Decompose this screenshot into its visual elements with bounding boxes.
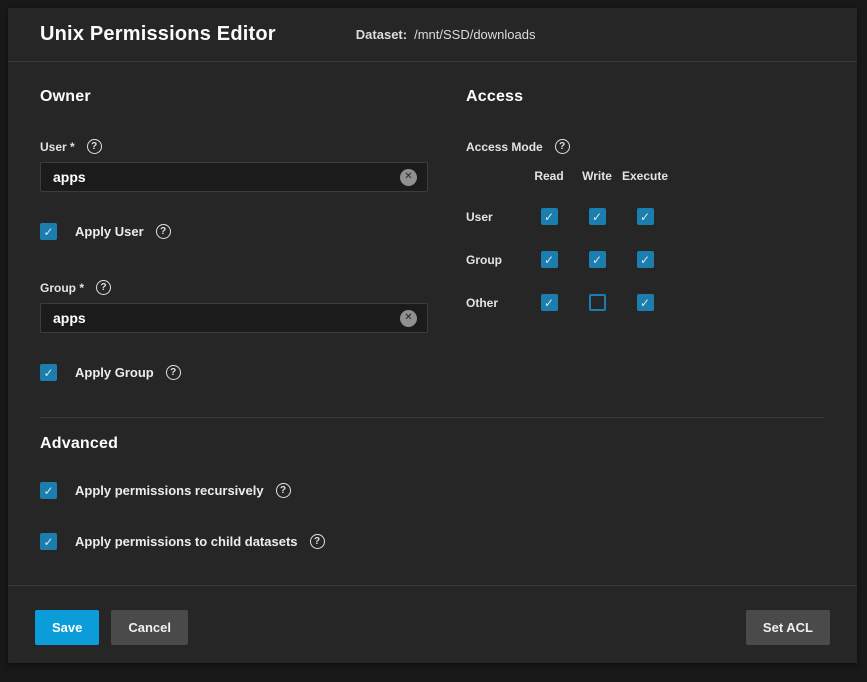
user-field-label: User * (40, 140, 75, 154)
group-execute-checkbox[interactable] (637, 251, 654, 268)
cancel-button[interactable]: Cancel (111, 610, 188, 645)
help-icon[interactable] (276, 483, 291, 498)
row-label-group: Group (466, 238, 525, 281)
apply-child-datasets-checkbox[interactable] (40, 533, 57, 550)
section-divider (40, 417, 825, 418)
other-write-checkbox[interactable] (589, 294, 606, 311)
column-header-write: Write (573, 169, 621, 195)
dataset-info: Dataset: /mnt/SSD/downloads (356, 27, 536, 42)
advanced-section: Advanced Apply permissions recursively A… (40, 435, 825, 550)
dialog-header: Unix Permissions Editor Dataset: /mnt/SS… (8, 8, 857, 62)
user-field-label-row: User * (40, 139, 428, 154)
apply-user-label: Apply User (75, 224, 144, 239)
unix-permissions-editor-dialog: Unix Permissions Editor Dataset: /mnt/SS… (8, 8, 857, 663)
footer-actions: Save Cancel Set ACL (8, 586, 857, 645)
advanced-heading: Advanced (40, 435, 825, 453)
set-acl-button[interactable]: Set ACL (746, 610, 830, 645)
user-execute-checkbox[interactable] (637, 208, 654, 225)
user-write-checkbox[interactable] (589, 208, 606, 225)
apply-recursively-checkbox[interactable] (40, 482, 57, 499)
apply-recursively-label: Apply permissions recursively (75, 483, 264, 498)
owner-section: Owner User * Apply User Group * (40, 62, 428, 381)
column-header-execute: Execute (621, 169, 669, 195)
group-read-checkbox[interactable] (541, 251, 558, 268)
column-header-read: Read (525, 169, 573, 195)
other-execute-checkbox[interactable] (637, 294, 654, 311)
clear-icon[interactable] (400, 169, 417, 186)
access-heading: Access (466, 88, 825, 106)
help-icon[interactable] (555, 139, 570, 154)
apply-user-checkbox[interactable] (40, 223, 57, 240)
access-mode-grid: Read Write Execute User Group Other (466, 169, 825, 324)
row-label-user: User (466, 195, 525, 238)
group-field-label-row: Group * (40, 280, 428, 295)
apply-child-datasets-label: Apply permissions to child datasets (75, 534, 298, 549)
group-input-wrap (40, 303, 428, 333)
apply-group-label: Apply Group (75, 365, 154, 380)
apply-group-checkbox[interactable] (40, 364, 57, 381)
child-datasets-option-row: Apply permissions to child datasets (40, 533, 825, 550)
owner-heading: Owner (40, 88, 428, 106)
dataset-label: Dataset: (356, 27, 407, 42)
row-label-other: Other (466, 281, 525, 324)
user-input[interactable] (53, 169, 400, 185)
save-button[interactable]: Save (35, 610, 99, 645)
help-icon[interactable] (87, 139, 102, 154)
apply-user-row: Apply User (40, 223, 428, 240)
group-input[interactable] (53, 310, 400, 326)
user-read-checkbox[interactable] (541, 208, 558, 225)
group-field-label: Group * (40, 281, 84, 295)
access-mode-label-row: Access Mode (466, 139, 825, 154)
other-read-checkbox[interactable] (541, 294, 558, 311)
help-icon[interactable] (310, 534, 325, 549)
dataset-path: /mnt/SSD/downloads (414, 27, 535, 42)
clear-icon[interactable] (400, 310, 417, 327)
page-title: Unix Permissions Editor (40, 23, 276, 46)
user-input-wrap (40, 162, 428, 192)
help-icon[interactable] (166, 365, 181, 380)
recursive-option-row: Apply permissions recursively (40, 482, 825, 499)
access-mode-label: Access Mode (466, 140, 543, 154)
access-section: Access Access Mode Read Write Execute Us… (466, 62, 825, 381)
help-icon[interactable] (96, 280, 111, 295)
group-write-checkbox[interactable] (589, 251, 606, 268)
help-icon[interactable] (156, 224, 171, 239)
apply-group-row: Apply Group (40, 364, 428, 381)
